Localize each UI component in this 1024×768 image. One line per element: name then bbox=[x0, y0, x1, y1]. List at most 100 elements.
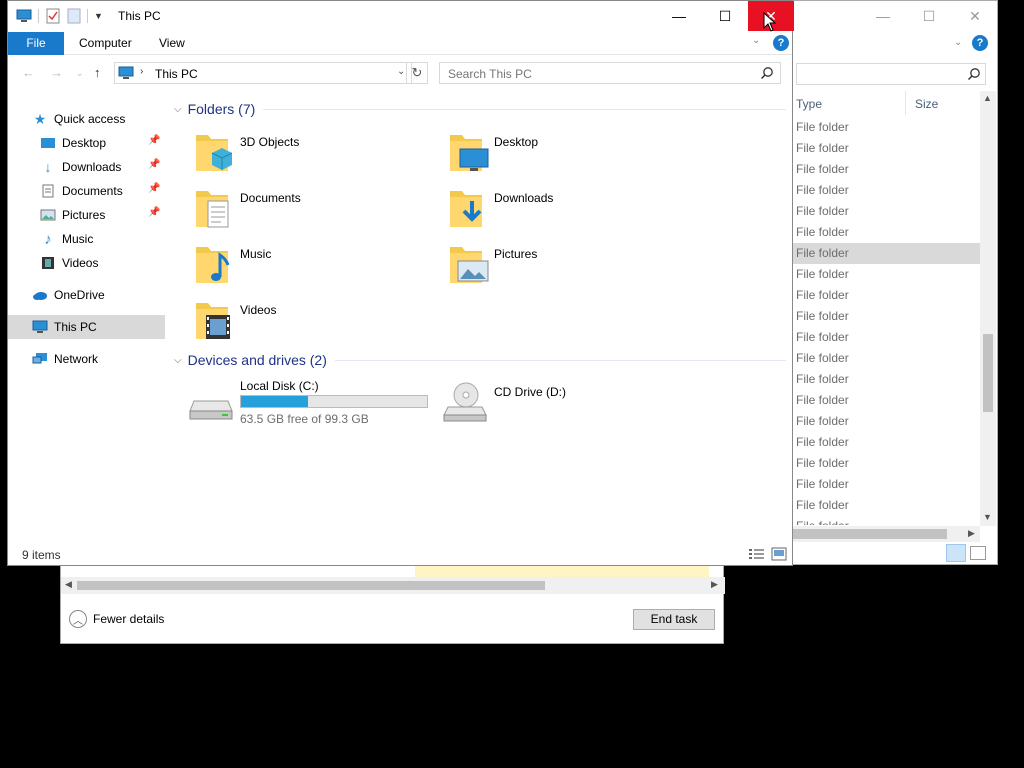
table-row[interactable]: File folder bbox=[792, 306, 980, 327]
back-close-button[interactable]: ✕ bbox=[960, 5, 990, 27]
details-view-icon[interactable] bbox=[748, 547, 766, 561]
sidebar-item-music[interactable]: ♪ Music bbox=[40, 227, 93, 251]
table-row[interactable]: File folder bbox=[792, 411, 980, 432]
task-manager-process-row[interactable] bbox=[61, 565, 709, 577]
chevron-down-icon: ⌵ bbox=[174, 354, 182, 366]
fewer-details-button[interactable]: ︿ Fewer details bbox=[69, 610, 164, 628]
back-horizontal-scroll-thumb[interactable] bbox=[792, 529, 947, 539]
sidebar-item-videos[interactable]: Videos bbox=[40, 251, 98, 275]
devices-drives-group-header[interactable]: ⌵ Devices and drives (2) bbox=[174, 352, 786, 368]
end-task-button[interactable]: End task bbox=[633, 609, 715, 630]
tab-file[interactable]: File bbox=[8, 32, 64, 55]
pin-icon[interactable]: 📌 bbox=[148, 159, 160, 170]
address-path[interactable]: This PC bbox=[155, 67, 198, 81]
search-icon[interactable] bbox=[760, 66, 774, 80]
pin-icon[interactable]: 📌 bbox=[148, 135, 160, 146]
column-divider[interactable] bbox=[905, 91, 906, 115]
forward-arrow-icon[interactable]: → bbox=[50, 65, 63, 80]
breadcrumb-separator-icon[interactable]: › bbox=[140, 66, 143, 77]
drive-local-disk-c[interactable]: Local Disk (C:) 63.5 GB free of 99.3 GB bbox=[188, 379, 434, 429]
sidebar-item-desktop[interactable]: Desktop 📌 bbox=[40, 131, 170, 155]
task-manager-window[interactable]: ◀ ▶ ︿ Fewer details End task bbox=[60, 565, 725, 644]
sidebar-item-label: Desktop bbox=[62, 136, 107, 150]
details-view-icon[interactable] bbox=[946, 544, 966, 562]
table-row[interactable]: File folder bbox=[792, 516, 980, 525]
scroll-right-icon[interactable]: ▶ bbox=[711, 579, 718, 590]
drive-cd-d[interactable]: CD Drive (D:) bbox=[442, 379, 642, 429]
folder-music[interactable]: Music bbox=[194, 243, 434, 295]
table-row[interactable]: File folder bbox=[792, 264, 980, 285]
table-row[interactable]: File folder bbox=[792, 495, 980, 516]
table-row[interactable]: File folder bbox=[792, 222, 980, 243]
customize-toolbar-chevron-icon[interactable]: ▼ bbox=[94, 11, 103, 21]
new-folder-icon[interactable] bbox=[67, 8, 81, 24]
background-explorer-window[interactable]: — ☐ ✕ ⌄ ? Type Size File folder File fold… bbox=[792, 0, 998, 565]
recent-locations-chevron-icon[interactable]: ⌄ bbox=[76, 68, 84, 79]
scroll-right-icon[interactable]: ▶ bbox=[968, 528, 975, 539]
address-bar[interactable]: › This PC ⌄ bbox=[114, 62, 412, 84]
table-row[interactable]: File folder bbox=[792, 201, 980, 222]
sidebar-item-quick-access[interactable]: ★ Quick access bbox=[32, 107, 126, 131]
tab-view[interactable]: View bbox=[159, 36, 185, 50]
table-row[interactable]: File folder bbox=[792, 138, 980, 159]
table-row[interactable]: File folder bbox=[792, 285, 980, 306]
folder-videos[interactable]: Videos bbox=[194, 299, 434, 351]
large-icons-view-icon[interactable] bbox=[770, 547, 788, 561]
pin-icon[interactable]: 📌 bbox=[148, 183, 160, 194]
back-arrow-icon[interactable]: ← bbox=[22, 65, 35, 80]
sidebar-item-network[interactable]: Network bbox=[32, 347, 98, 371]
folders-group-header[interactable]: ⌵ Folders (7) bbox=[174, 101, 786, 117]
folder-downloads[interactable]: Downloads bbox=[448, 187, 688, 239]
tab-computer[interactable]: Computer bbox=[79, 36, 132, 50]
scroll-up-icon[interactable]: ▲ bbox=[983, 93, 992, 103]
back-maximize-button[interactable]: ☐ bbox=[914, 5, 944, 27]
folder-desktop[interactable]: Desktop bbox=[448, 131, 688, 183]
sidebar-item-label: Downloads bbox=[62, 160, 122, 174]
sidebar-item-pictures[interactable]: Pictures 📌 bbox=[40, 203, 170, 227]
folder-pictures[interactable]: Pictures bbox=[448, 243, 688, 295]
table-row[interactable]: File folder bbox=[792, 369, 980, 390]
table-row[interactable]: File folder bbox=[792, 390, 980, 411]
table-row[interactable]: File folder bbox=[792, 327, 980, 348]
back-minimize-button[interactable]: — bbox=[868, 5, 898, 27]
table-row[interactable]: File folder bbox=[792, 474, 980, 495]
sidebar-item-documents[interactable]: Documents 📌 bbox=[40, 179, 170, 203]
column-header-size[interactable]: Size bbox=[915, 97, 938, 111]
maximize-button[interactable]: ☐ bbox=[702, 1, 748, 31]
back-vertical-scroll-thumb[interactable] bbox=[983, 334, 993, 412]
table-row[interactable]: File folder bbox=[792, 432, 980, 453]
sidebar-item-this-pc[interactable]: This PC bbox=[8, 315, 165, 339]
refresh-button[interactable]: ↻ bbox=[406, 62, 428, 84]
folder-3d-objects[interactable]: 3D Objects bbox=[194, 131, 434, 183]
search-input[interactable]: Search This PC bbox=[439, 62, 781, 84]
table-row[interactable]: File folder bbox=[792, 117, 980, 138]
task-manager-scroll-thumb[interactable] bbox=[77, 581, 545, 590]
folder-documents[interactable]: Documents bbox=[194, 187, 434, 239]
task-manager-horizontal-scrollbar[interactable]: ◀ ▶ bbox=[61, 577, 725, 594]
properties-icon[interactable] bbox=[45, 8, 61, 24]
pin-icon[interactable]: 📌 bbox=[148, 207, 160, 218]
explorer-window-this-pc[interactable]: ▼ This PC — ☐ ✕ File Computer View ⌄ ? ←… bbox=[7, 0, 794, 566]
table-row[interactable]: File folder bbox=[792, 348, 980, 369]
minimize-button[interactable]: — bbox=[656, 1, 702, 31]
table-row[interactable]: File folder bbox=[792, 453, 980, 474]
address-dropdown-chevron-icon[interactable]: ⌄ bbox=[397, 66, 405, 77]
help-icon[interactable]: ? bbox=[773, 35, 789, 51]
sidebar-item-onedrive[interactable]: OneDrive bbox=[32, 283, 105, 307]
column-header-type[interactable]: Type bbox=[796, 97, 822, 111]
table-row[interactable]: File folder bbox=[792, 180, 980, 201]
back-vertical-scrollbar[interactable]: ▲ ▼ bbox=[980, 91, 996, 526]
up-arrow-icon[interactable]: ↑ bbox=[94, 65, 101, 80]
table-row[interactable]: File folder bbox=[792, 159, 980, 180]
back-ribbon-chevron-icon[interactable]: ⌄ bbox=[954, 37, 962, 48]
back-horizontal-scrollbar[interactable]: ▶ bbox=[792, 526, 980, 542]
large-icons-view-icon[interactable] bbox=[970, 546, 986, 560]
back-search-box[interactable] bbox=[796, 63, 986, 85]
title-bar[interactable]: ▼ This PC — ☐ ✕ bbox=[8, 1, 794, 31]
sidebar-item-downloads[interactable]: ↓ Downloads 📌 bbox=[40, 155, 170, 179]
expand-ribbon-chevron-icon[interactable]: ⌄ bbox=[752, 35, 760, 46]
scroll-left-icon[interactable]: ◀ bbox=[65, 579, 72, 590]
back-help-icon[interactable]: ? bbox=[972, 35, 988, 51]
scroll-down-icon[interactable]: ▼ bbox=[983, 512, 992, 522]
table-row[interactable]: File folder bbox=[792, 243, 980, 264]
